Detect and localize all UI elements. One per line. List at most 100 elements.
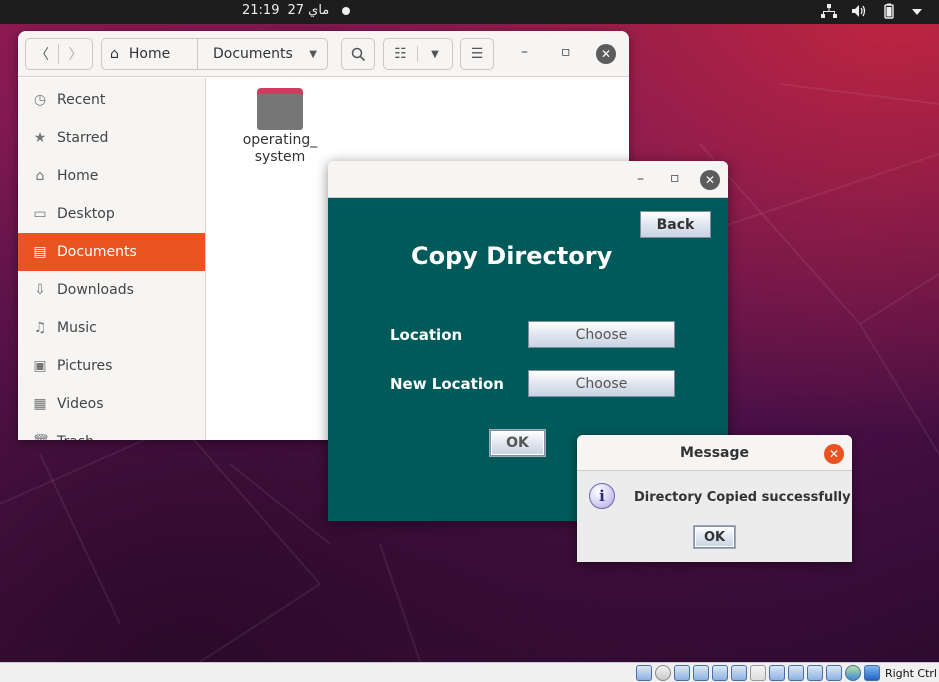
path-home-button[interactable]: ⌂ Home <box>102 39 198 69</box>
sidebar-item-label: Music <box>57 320 97 336</box>
network-icon[interactable] <box>821 4 837 22</box>
page-title: Copy Directory <box>411 242 613 270</box>
sidebar-item-pictures[interactable]: ▣ Pictures <box>18 347 205 385</box>
screen-icon[interactable] <box>787 665 804 681</box>
video-icon: ▦ <box>33 396 47 412</box>
sidebar-item-label: Videos <box>57 396 104 412</box>
location-choose-button[interactable]: Choose <box>528 321 675 348</box>
close-icon[interactable]: ✕ <box>824 444 844 464</box>
path-home-label: Home <box>128 46 171 62</box>
forward-arrow-icon[interactable]: 〉 <box>59 44 92 64</box>
back-button[interactable]: Back <box>640 211 711 238</box>
folder-icon <box>257 88 303 130</box>
star-icon: ★ <box>33 130 47 146</box>
trash-icon: 🗑 <box>32 434 50 440</box>
dialog-ok-button[interactable]: OK <box>694 526 735 548</box>
usb-icon[interactable] <box>711 665 728 681</box>
sidebar-item-label: Trash <box>57 434 94 440</box>
menu-button[interactable]: ☰ <box>460 38 494 70</box>
vm-status-icons: Right Ctrl <box>635 665 937 681</box>
info-icon: i <box>589 483 615 509</box>
sidebar-item-label: Documents <box>57 244 137 260</box>
path-current-button[interactable]: Documents ▼ <box>198 39 327 69</box>
minimize-icon[interactable]: – <box>637 171 644 187</box>
folder-item[interactable]: operating_ system <box>235 88 325 166</box>
message-text: Directory Copied successfully <box>634 490 851 505</box>
desktop-icon: ▭ <box>33 206 47 222</box>
file-manager-headerbar: 〈 〉 ⌂ Home Documents ▼ ☷ ▼ ☰ – ▫ ✕ <box>18 31 629 77</box>
network-adapter-icon[interactable] <box>692 665 709 681</box>
download-icon: ⇩ <box>34 282 46 298</box>
history-nav: 〈 〉 <box>25 38 93 70</box>
sidebar-item-downloads[interactable]: ⇩ Downloads <box>18 271 205 309</box>
location-label: Location <box>390 326 463 344</box>
new-location-label: New Location <box>390 375 504 393</box>
sidebar-item-desktop[interactable]: ▭ Desktop <box>18 195 205 233</box>
volume-icon[interactable] <box>851 4 867 22</box>
folder-name-line2: system <box>254 149 306 165</box>
sidebar-item-label: Home <box>57 168 99 184</box>
battery-icon[interactable] <box>881 3 897 23</box>
sidebar-item-trash[interactable]: 🗑 Trash <box>18 423 205 440</box>
clock-date: 27 ماي <box>287 3 330 18</box>
list-view-icon[interactable]: ☷ <box>384 46 419 62</box>
sidebar-item-starred[interactable]: ★ Starred <box>18 119 205 157</box>
close-icon[interactable]: ✕ <box>596 44 616 64</box>
ok-button[interactable]: OK <box>490 430 545 456</box>
home-icon: ⌂ <box>35 168 45 184</box>
sidebar-item-label: Starred <box>57 130 109 146</box>
minimize-icon[interactable]: – <box>521 44 528 60</box>
sidebar-item-music[interactable]: ♫ Music <box>18 309 205 347</box>
sidebar-item-videos[interactable]: ▦ Videos <box>18 385 205 423</box>
chevron-down-icon[interactable] <box>911 6 923 21</box>
top-panel: 21:19 27 ماي <box>0 0 939 24</box>
host-key-label: Right Ctrl <box>884 666 937 680</box>
new-location-choose-button[interactable]: Choose <box>528 370 675 397</box>
vm-status-bar: Right Ctrl <box>0 662 939 682</box>
clock[interactable]: 21:19 27 ماي <box>242 3 329 18</box>
folder-name-line1: operating_ <box>242 132 318 148</box>
sidebar-item-recent[interactable]: ◷ Recent <box>18 81 205 119</box>
recording-icon[interactable] <box>768 665 785 681</box>
shared-folder-icon[interactable] <box>730 665 747 681</box>
maximize-icon[interactable]: ▫ <box>561 44 571 60</box>
download-arrow-icon[interactable] <box>863 665 880 681</box>
folder-name: operating_ system <box>235 132 325 166</box>
sidebar-item-label: Desktop <box>57 206 115 222</box>
view-toggle: ☷ ▼ <box>383 38 453 70</box>
cpu-icon[interactable] <box>806 665 823 681</box>
close-icon[interactable]: ✕ <box>700 170 720 190</box>
message-dialog: Message ✕ i Directory Copied successfull… <box>577 435 852 562</box>
mouse-integration-icon[interactable] <box>825 665 842 681</box>
hamburger-icon: ☰ <box>470 46 484 62</box>
search-button[interactable] <box>341 38 375 70</box>
display-icon[interactable] <box>749 665 766 681</box>
storage-icon[interactable] <box>635 665 652 681</box>
sidebar-item-home[interactable]: ⌂ Home <box>18 157 205 195</box>
back-arrow-icon[interactable]: 〈 <box>26 44 60 64</box>
system-tray[interactable] <box>821 3 923 23</box>
optical-drive-icon[interactable] <box>654 665 671 681</box>
app-titlebar: – ▫ ✕ <box>328 161 728 198</box>
maximize-icon[interactable]: ▫ <box>670 170 680 186</box>
dropdown-arrow-icon: ▼ <box>309 48 317 60</box>
sidebar-item-label: Downloads <box>57 282 134 298</box>
music-icon: ♫ <box>33 320 47 336</box>
notification-dot <box>342 7 350 15</box>
dialog-title: Message <box>577 435 852 471</box>
places-sidebar: ◷ Recent ★ Starred ⌂ Home ▭ Desktop ▤ Documents ⇩ D… <box>18 78 206 440</box>
home-icon: ⌂ <box>110 46 119 62</box>
document-icon: ▤ <box>33 244 47 260</box>
search-icon <box>351 47 365 61</box>
audio-icon[interactable] <box>673 665 690 681</box>
sidebar-item-label: Recent <box>57 92 106 108</box>
sidebar-item-documents[interactable]: ▤ Documents <box>18 233 205 271</box>
view-options-icon[interactable]: ▼ <box>418 49 452 60</box>
globe-icon[interactable] <box>844 665 861 681</box>
sidebar-list: ◷ Recent ★ Starred ⌂ Home ▭ Desktop ▤ Documents ⇩ D… <box>18 78 205 440</box>
path-bar: ⌂ Home Documents ▼ <box>101 38 328 70</box>
clock-icon: ◷ <box>33 92 47 108</box>
path-current-label: Documents <box>213 46 293 62</box>
sidebar-item-label: Pictures <box>57 358 113 374</box>
picture-icon: ▣ <box>33 358 47 374</box>
